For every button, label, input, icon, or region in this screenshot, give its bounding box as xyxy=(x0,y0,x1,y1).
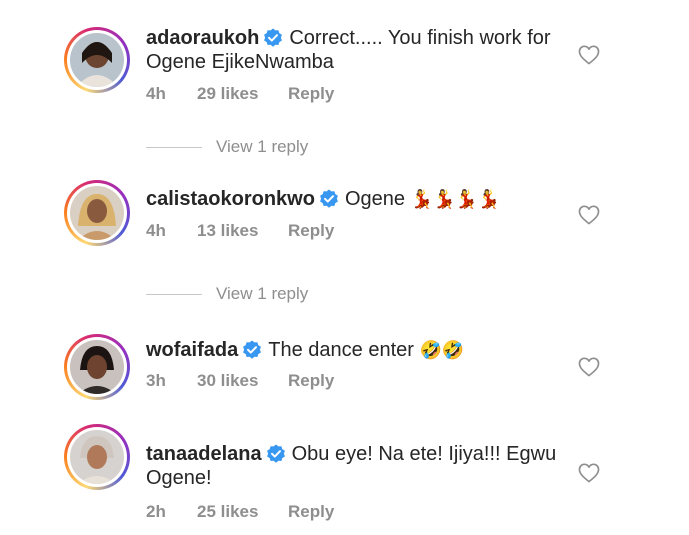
heart-outline-icon[interactable] xyxy=(578,463,600,483)
verified-badge-icon xyxy=(320,189,338,208)
comment-body: tanaadelana Obu eye! Na ete! Ijiya!!! Egw… xyxy=(146,442,566,490)
avatar xyxy=(70,186,124,240)
verified-badge-icon xyxy=(266,444,285,463)
avatar xyxy=(70,33,124,87)
username[interactable]: calistaokoronkwo xyxy=(146,188,315,210)
dancer-emojis: 💃💃💃💃 xyxy=(410,189,501,209)
avatar-story-ring[interactable] xyxy=(64,424,130,490)
comment-body: calistaokoronkwo Ogene 💃💃💃💃 xyxy=(146,187,566,211)
likes-count[interactable]: 13 likes xyxy=(197,221,288,241)
likes-count[interactable]: 30 likes xyxy=(197,371,288,391)
view-replies-button[interactable]: View 1 reply xyxy=(146,284,308,304)
verified-badge-icon xyxy=(264,28,283,47)
avatar-story-ring[interactable] xyxy=(64,334,130,400)
laughing-emojis: 🤣🤣 xyxy=(419,340,465,360)
comment-time[interactable]: 2h xyxy=(146,502,197,522)
comment-time[interactable]: 4h xyxy=(146,221,197,241)
reply-button[interactable]: Reply xyxy=(288,502,334,522)
comment-meta: 4h 13 likes Reply xyxy=(146,221,334,241)
username[interactable]: wofaifada xyxy=(146,339,238,361)
heart-outline-icon[interactable] xyxy=(578,45,600,65)
username[interactable]: adaoraukoh xyxy=(146,27,259,49)
reply-button[interactable]: Reply xyxy=(288,84,334,104)
divider-line xyxy=(146,146,202,148)
divider-line xyxy=(146,293,202,295)
avatar-story-ring[interactable] xyxy=(64,180,130,246)
comment-time[interactable]: 4h xyxy=(146,84,197,104)
comment-time[interactable]: 3h xyxy=(146,371,197,391)
comment-body: adaoraukoh Correct..... You finish work f… xyxy=(146,26,566,74)
comment-text: The dance enter xyxy=(268,339,414,361)
likes-count[interactable]: 25 likes xyxy=(197,502,288,522)
comment-meta: 3h 30 likes Reply xyxy=(146,371,334,391)
likes-count[interactable]: 29 likes xyxy=(197,84,288,104)
heart-outline-icon[interactable] xyxy=(578,357,600,377)
avatar-story-ring[interactable] xyxy=(64,27,130,93)
view-replies-label: View 1 reply xyxy=(216,137,309,156)
username[interactable]: tanaadelana xyxy=(146,443,262,465)
verified-badge-icon xyxy=(243,340,262,359)
comment-meta: 4h 29 likes Reply xyxy=(146,84,334,104)
comment-body: wofaifada The dance enter 🤣🤣 xyxy=(146,338,566,362)
reply-button[interactable]: Reply xyxy=(288,221,334,241)
view-replies-label: View 1 reply xyxy=(216,284,309,303)
comment-text: Ogene xyxy=(344,188,405,210)
reply-button[interactable]: Reply xyxy=(288,371,334,391)
avatar xyxy=(70,340,124,394)
view-replies-button[interactable]: View 1 reply xyxy=(146,137,308,157)
comment-meta: 2h 25 likes Reply xyxy=(146,502,334,522)
heart-outline-icon[interactable] xyxy=(578,205,600,225)
avatar xyxy=(70,430,124,484)
